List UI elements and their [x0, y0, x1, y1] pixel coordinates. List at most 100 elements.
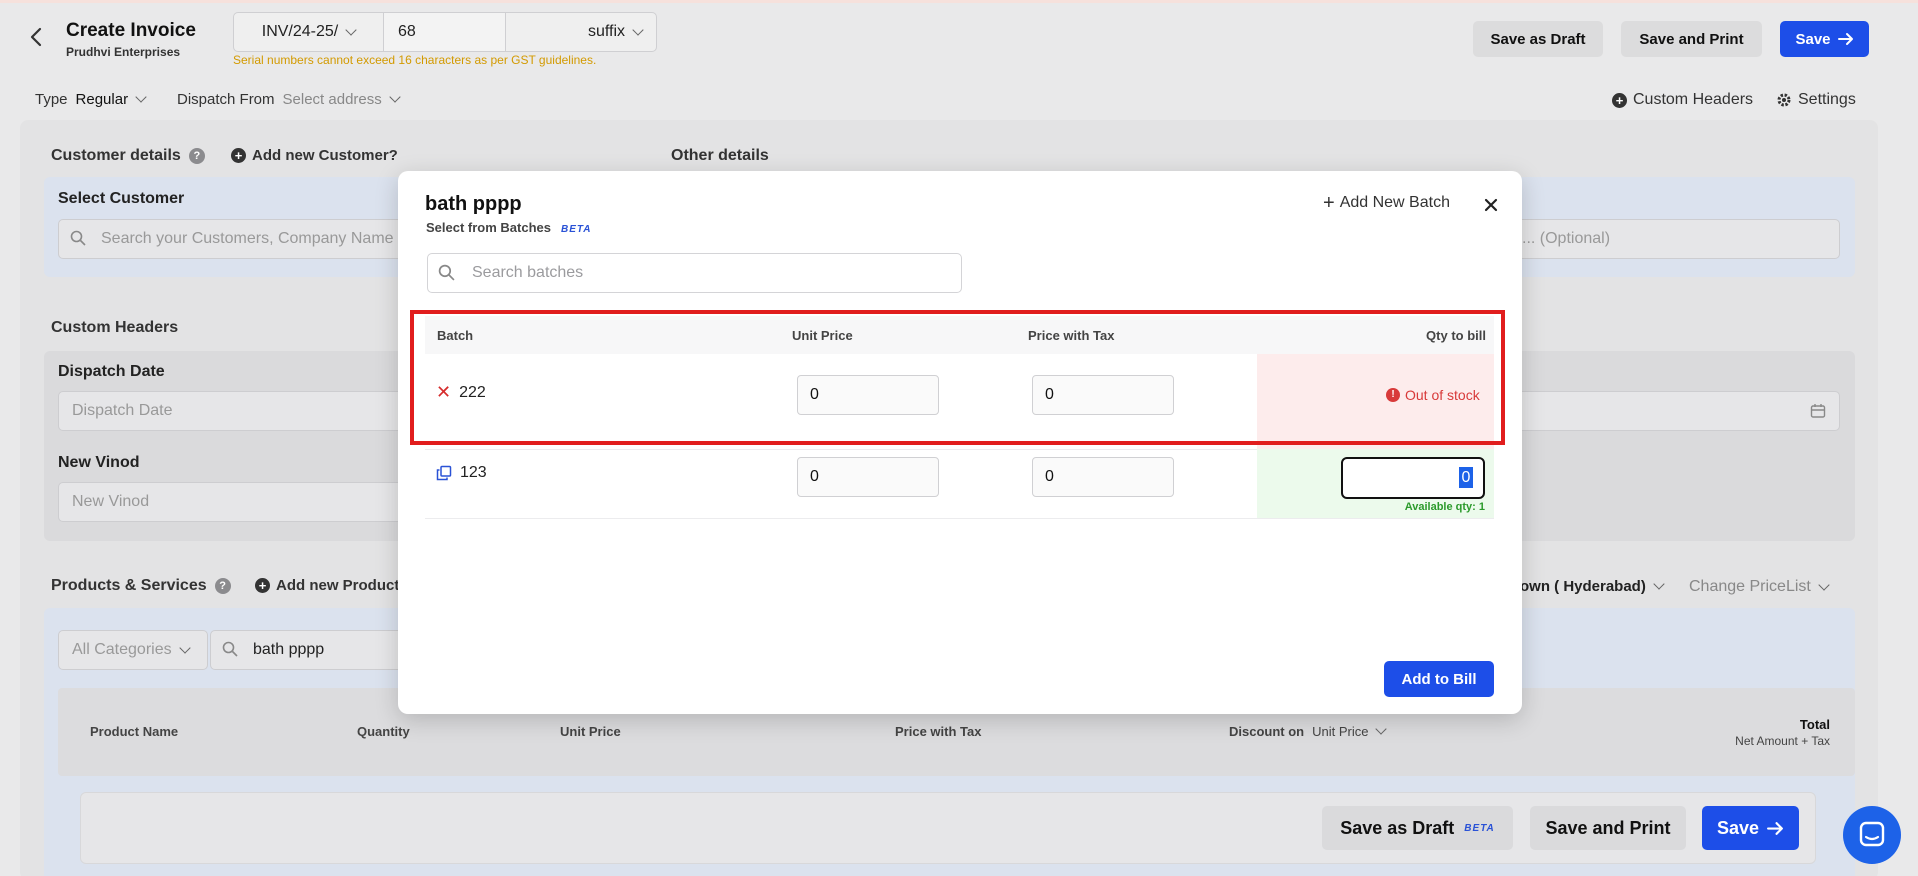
select-customer-label: Select Customer	[58, 190, 185, 207]
plus-circle-icon: +	[1612, 92, 1627, 108]
product-search-input[interactable]: bath pppp	[210, 630, 430, 670]
modal-title: bath pppp	[425, 193, 522, 215]
type-select[interactable]: Type Regular	[35, 91, 147, 108]
serial-number-input[interactable]: 68	[384, 13, 506, 51]
customer-search-input[interactable]: Search your Customers, Company Name	[58, 219, 438, 259]
chevron-down-icon	[632, 23, 644, 36]
copy-icon	[436, 465, 452, 481]
new-vinod-input[interactable]: New Vinod	[58, 482, 438, 522]
date-input-right[interactable]	[1500, 391, 1840, 431]
type-label: Type	[35, 91, 68, 108]
chevron-down-icon	[178, 641, 191, 654]
dispatch-date-input[interactable]: Dispatch Date	[58, 391, 438, 431]
warehouse-select[interactable]: own ( Hyderabad)	[1520, 578, 1665, 595]
change-pricelist-select[interactable]: Change PriceList	[1689, 578, 1830, 596]
new-vinod-label: New Vinod	[58, 454, 140, 471]
table-row: 123	[436, 464, 487, 482]
unit-price-input[interactable]: 0	[797, 457, 939, 497]
search-icon	[70, 230, 86, 246]
dispatch-from-select[interactable]: Dispatch From Select address	[177, 91, 401, 108]
dispatch-label: Dispatch From	[177, 91, 275, 108]
custom-headers-label: Custom Headers	[1633, 91, 1754, 108]
plus-circle-icon: +	[255, 578, 270, 593]
settings-label: Settings	[1798, 91, 1856, 108]
close-icon[interactable]	[1481, 195, 1501, 215]
price-tax-input[interactable]: 0	[1032, 457, 1174, 497]
search-icon	[438, 264, 455, 281]
highlight-box	[410, 310, 1505, 445]
save-button[interactable]: Save	[1780, 21, 1869, 57]
help-icon[interactable]: ?	[214, 578, 231, 594]
category-select[interactable]: All Categories	[58, 630, 208, 670]
chevron-down-icon	[1653, 578, 1665, 590]
batch-search-input[interactable]: Search batches	[427, 253, 962, 293]
qty-selected-value: 0	[1459, 467, 1473, 488]
discount-select[interactable]: Discount on Unit Price	[1229, 723, 1388, 739]
chevron-down-icon	[345, 23, 357, 36]
serial-prefix-value: INV/24-25/	[261, 23, 339, 40]
dispatch-value: Select address	[282, 91, 382, 108]
help-icon[interactable]: ?	[188, 148, 205, 164]
save-draft-button[interactable]: Save as Draft	[1473, 21, 1603, 57]
col-total: Total	[1799, 717, 1830, 732]
modal-subtitle: Select from Batches BETA	[426, 220, 591, 235]
search-icon	[222, 641, 238, 657]
products-title: Products & Services	[51, 577, 207, 594]
discount-value: Unit Price	[1312, 724, 1369, 739]
warehouse-value: own ( Hyderabad)	[1520, 578, 1646, 595]
col-product-name: Product Name	[90, 724, 179, 739]
discount-label: Discount on	[1229, 724, 1305, 739]
batch-name: 123	[460, 464, 487, 481]
company-name: Prudhvi Enterprises	[66, 45, 181, 59]
plus-icon: +	[1323, 192, 1335, 214]
serial-suffix-select[interactable]: suffix	[506, 13, 656, 51]
plus-circle-icon: +	[231, 148, 246, 163]
row-divider	[425, 518, 1494, 519]
col-price-tax: Price with Tax	[895, 724, 982, 739]
serial-warning: Serial numbers cannot exceed 16 characte…	[233, 53, 597, 67]
other-details-heading: Other details	[671, 147, 769, 164]
bottom-save-button[interactable]: Save	[1702, 806, 1799, 850]
available-qty-label: Available qty: 1	[1404, 501, 1485, 513]
chat-icon	[1859, 821, 1885, 847]
chevron-down-icon	[1818, 578, 1830, 591]
beta-badge: BETA	[561, 224, 592, 235]
dispatch-date-label: Dispatch Date	[58, 363, 165, 380]
add-customer-link[interactable]: + Add new Customer?	[231, 147, 398, 164]
serial-prefix-select[interactable]: INV/24-25/	[234, 13, 384, 51]
category-value: All Categories	[72, 641, 172, 658]
beta-badge: BETA	[1464, 822, 1495, 834]
customer-details-heading: Customer details?	[51, 147, 205, 165]
bottom-save-print-button[interactable]: Save and Print	[1530, 806, 1686, 850]
serial-suffix-value: suffix	[587, 23, 625, 40]
products-heading: Products & Services?	[51, 577, 231, 595]
chevron-down-icon	[135, 91, 147, 103]
serial-number-group: INV/24-25/ 68 suffix	[233, 12, 657, 52]
col-quantity: Quantity	[357, 724, 410, 739]
chat-launcher-button[interactable]	[1843, 806, 1901, 864]
settings-link[interactable]: Settings	[1776, 91, 1856, 109]
col-unit-price: Unit Price	[560, 724, 621, 739]
arrow-right-icon	[1767, 821, 1783, 835]
bottom-save-draft-label: Save as Draft	[1340, 817, 1455, 838]
save-print-button[interactable]: Save and Print	[1621, 21, 1762, 57]
arrow-right-icon	[1837, 33, 1853, 45]
add-product-link[interactable]: + Add new Product?	[255, 577, 409, 594]
other-details-textarea[interactable]: c... (Optional)	[1500, 219, 1840, 259]
customer-details-title: Customer details	[51, 147, 181, 164]
chevron-down-icon	[1375, 723, 1388, 735]
back-arrow-icon[interactable]	[26, 26, 48, 48]
calendar-icon[interactable]	[1810, 403, 1826, 419]
chevron-down-icon	[389, 91, 401, 103]
gear-icon	[1777, 93, 1791, 107]
add-new-batch-label: Add New Batch	[1339, 194, 1450, 211]
col-total-sub: Net Amount + Tax	[1735, 734, 1830, 748]
custom-headers-link[interactable]: + Custom Headers	[1612, 91, 1753, 109]
custom-headers-heading: Custom Headers	[51, 319, 179, 336]
save-button-label: Save	[1795, 30, 1831, 48]
bottom-save-draft-button[interactable]: Save as Draft BETA	[1322, 806, 1513, 850]
modal-subtitle-text: Select from Batches	[426, 220, 551, 235]
add-to-bill-button[interactable]: Add to Bill	[1384, 661, 1494, 697]
pricelist-label: Change PriceList	[1689, 578, 1811, 595]
add-new-batch-button[interactable]: + Add New Batch	[1323, 192, 1450, 214]
